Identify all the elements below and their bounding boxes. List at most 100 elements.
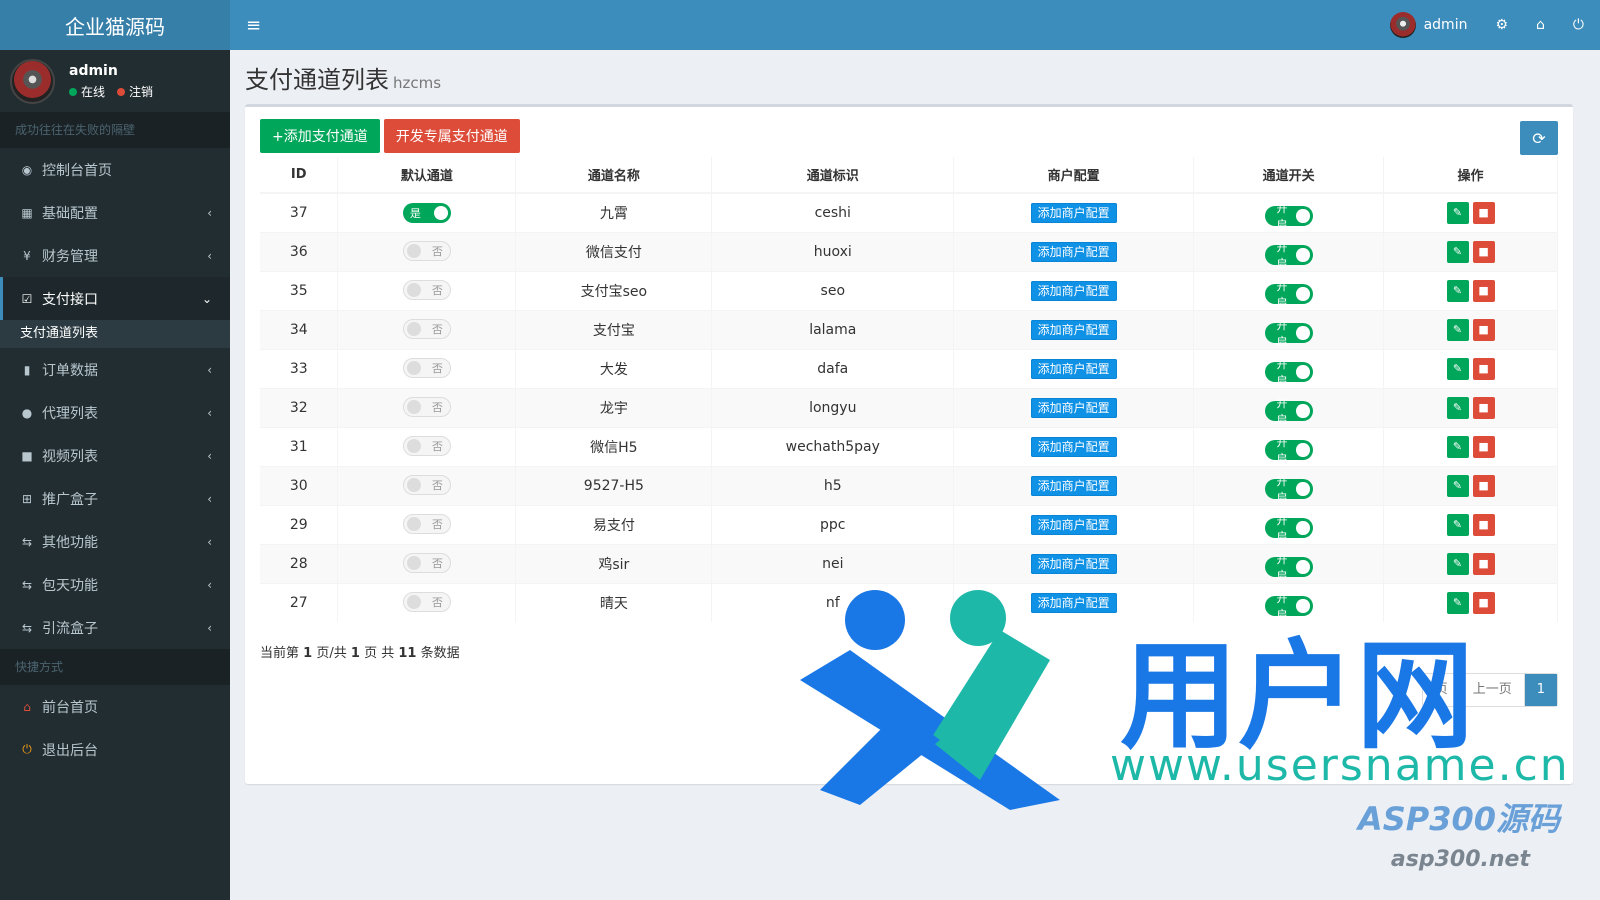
table-icon: ⊞ xyxy=(21,491,33,506)
channel-switch-toggle[interactable]: 开启 xyxy=(1264,241,1313,270)
add-merchant-config-button[interactable]: 添加商户配置 xyxy=(1030,320,1117,340)
column-header: 默认通道 xyxy=(337,157,517,194)
trash-icon[interactable]: ■ xyxy=(1472,552,1495,575)
channel-switch-toggle[interactable]: 开启 xyxy=(1264,319,1313,348)
channel-switch-toggle[interactable]: 开启 xyxy=(1264,397,1313,426)
default-channel-toggle[interactable]: 否 xyxy=(402,397,451,417)
dev-channel-button[interactable]: 开发专属支付通道 xyxy=(383,119,520,153)
sidebar-item-agents[interactable]: ● 代理列表 ‹ xyxy=(0,391,230,434)
sidebar-item-promo-box[interactable]: ⊞ 推广盒子 ‹ xyxy=(0,477,230,520)
quick-item-logout[interactable]: ⏻ 退出后台 xyxy=(0,728,230,771)
exchange-icon: ⇆ xyxy=(21,620,33,635)
add-channel-button[interactable]: +添加支付通道 xyxy=(260,119,380,153)
default-channel-toggle[interactable]: 否 xyxy=(402,514,451,534)
chevron-left-icon: ‹ xyxy=(207,405,212,420)
channel-table: ID 默认通道 通道名称 通道标识 商户配置 通道开关 操作 37 是 九霄 c… xyxy=(260,157,1558,622)
trash-icon[interactable]: ■ xyxy=(1472,279,1495,302)
table-row: 34 否 支付宝 lalama 添加商户配置 开启 ✎ ■ xyxy=(260,309,1558,349)
sidebar-item-traffic-box[interactable]: ⇆ 引流盒子 ‹ xyxy=(0,606,230,649)
edit-icon[interactable]: ✎ xyxy=(1446,435,1469,458)
trash-icon[interactable]: ■ xyxy=(1472,201,1495,224)
sidebar-item-basic-config[interactable]: ▦ 基础配置 ‹ xyxy=(0,191,230,234)
cell-id: 27 xyxy=(260,582,339,622)
sidebar-subitem-channel-list[interactable]: 支付通道列表 xyxy=(0,320,230,348)
sidebar-item-videos[interactable]: ■ 视频列表 ‹ xyxy=(0,434,230,477)
edit-icon[interactable]: ✎ xyxy=(1446,552,1469,575)
add-merchant-config-button[interactable]: 添加商户配置 xyxy=(1030,359,1117,379)
cell-name: 9527-H5 xyxy=(515,465,713,505)
page-subtitle: hzcms xyxy=(393,74,442,92)
edit-icon[interactable]: ✎ xyxy=(1446,318,1469,341)
default-channel-toggle[interactable]: 否 xyxy=(402,436,451,456)
add-merchant-config-button[interactable]: 添加商户配置 xyxy=(1030,242,1117,262)
column-header: 通道标识 xyxy=(711,157,955,194)
users-icon: ● xyxy=(21,405,33,420)
edit-icon[interactable]: ✎ xyxy=(1446,240,1469,263)
trash-icon[interactable]: ■ xyxy=(1472,240,1495,263)
default-channel-toggle[interactable]: 否 xyxy=(402,592,451,613)
chevron-left-icon: ‹ xyxy=(207,491,212,506)
cell-id: 28 xyxy=(260,543,339,583)
channel-switch-toggle[interactable]: 开启 xyxy=(1264,475,1313,504)
trash-icon[interactable]: ■ xyxy=(1472,357,1495,380)
trash-icon[interactable]: ■ xyxy=(1472,396,1495,419)
table-row: 35 否 支付宝seo seo 添加商户配置 开启 ✎ ■ xyxy=(260,270,1558,310)
default-channel-toggle[interactable]: 是 xyxy=(402,202,451,223)
header-user[interactable]: admin xyxy=(1389,12,1467,38)
table-row: 37 是 九霄 ceshi 添加商户配置 开启 ✎ ■ xyxy=(260,192,1558,232)
add-merchant-config-button[interactable]: 添加商户配置 xyxy=(1030,476,1117,496)
column-header: 通道开关 xyxy=(1193,157,1385,194)
logout-link[interactable]: 注销 xyxy=(117,83,153,100)
power-icon[interactable]: ⏻ xyxy=(1573,17,1584,33)
edit-icon[interactable]: ✎ xyxy=(1446,513,1469,536)
chevron-left-icon: ‹ xyxy=(207,205,212,220)
add-merchant-config-button[interactable]: 添加商户配置 xyxy=(1030,398,1117,418)
settings-icon[interactable]: ⚙ xyxy=(1495,17,1508,33)
channel-switch-toggle[interactable]: 开启 xyxy=(1264,514,1313,543)
home-icon[interactable]: ⌂ xyxy=(1536,17,1545,33)
default-channel-toggle[interactable]: 否 xyxy=(402,358,451,378)
default-channel-toggle[interactable]: 否 xyxy=(402,475,451,495)
sidebar-item-other[interactable]: ⇆ 其他功能 ‹ xyxy=(0,520,230,563)
channel-switch-toggle[interactable]: 开启 xyxy=(1264,358,1313,387)
hamburger-menu-icon[interactable]: ≡ xyxy=(246,15,261,36)
add-merchant-config-button[interactable]: 添加商户配置 xyxy=(1030,437,1117,457)
sidebar-item-dashboard[interactable]: ◉ 控制台首页 xyxy=(0,148,230,191)
default-channel-toggle[interactable]: 否 xyxy=(402,241,451,261)
trash-icon[interactable]: ■ xyxy=(1472,513,1495,536)
column-header: 操作 xyxy=(1383,157,1558,194)
sidebar-item-daily[interactable]: ⇆ 包天功能 ‹ xyxy=(0,563,230,606)
column-header: 商户配置 xyxy=(953,157,1195,194)
channel-switch-toggle[interactable]: 开启 xyxy=(1264,280,1313,309)
app-logo[interactable]: 企业猫源码 xyxy=(0,0,230,50)
channel-switch-toggle[interactable]: 开启 xyxy=(1264,553,1313,582)
trash-icon[interactable]: ■ xyxy=(1472,318,1495,341)
edit-icon[interactable]: ✎ xyxy=(1446,279,1469,302)
edit-icon[interactable]: ✎ xyxy=(1446,357,1469,380)
add-merchant-config-button[interactable]: 添加商户配置 xyxy=(1030,281,1117,301)
default-channel-toggle[interactable]: 否 xyxy=(402,319,451,339)
cell-name: 九霄 xyxy=(515,192,713,232)
trash-icon[interactable]: ■ xyxy=(1472,435,1495,458)
default-channel-toggle[interactable]: 否 xyxy=(402,280,451,300)
sidebar-item-payment[interactable]: ☑ 支付接口 ⌄ xyxy=(0,277,230,320)
quick-item-front-home[interactable]: ⌂ 前台首页 xyxy=(0,685,230,728)
refresh-icon[interactable]: ⟳ xyxy=(1520,121,1558,155)
trash-icon[interactable]: ■ xyxy=(1472,474,1495,497)
channel-switch-toggle[interactable]: 开启 xyxy=(1264,436,1313,465)
edit-icon[interactable]: ✎ xyxy=(1446,396,1469,419)
user-panel: admin 在线 注销 xyxy=(0,50,230,112)
default-channel-toggle[interactable]: 否 xyxy=(402,553,451,573)
chevron-left-icon: ‹ xyxy=(207,448,212,463)
channel-switch-toggle[interactable]: 开启 xyxy=(1264,202,1313,231)
edit-icon[interactable]: ✎ xyxy=(1446,201,1469,224)
sidebar-item-orders[interactable]: ▮ 订单数据 ‹ xyxy=(0,348,230,391)
logout-icon xyxy=(117,87,126,96)
cell-id: 35 xyxy=(260,270,339,310)
user-name: admin xyxy=(69,62,118,79)
add-merchant-config-button[interactable]: 添加商户配置 xyxy=(1030,515,1117,535)
add-merchant-config-button[interactable]: 添加商户配置 xyxy=(1030,554,1117,574)
sidebar-item-finance[interactable]: ¥ 财务管理 ‹ xyxy=(0,234,230,277)
add-merchant-config-button[interactable]: 添加商户配置 xyxy=(1030,203,1117,224)
edit-icon[interactable]: ✎ xyxy=(1446,474,1469,497)
